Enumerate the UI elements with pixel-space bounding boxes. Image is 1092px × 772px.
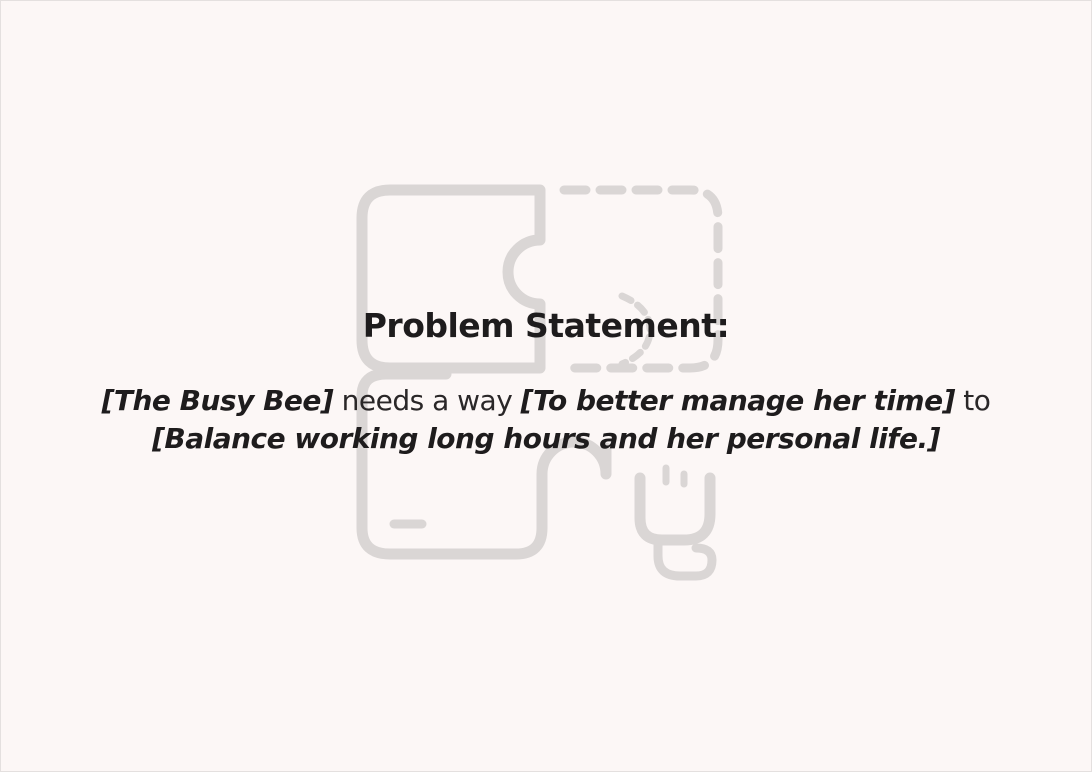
problem-statement-block: Problem Statement: [The Busy Bee] needs … — [0, 300, 1092, 458]
insight-placeholder: [Balance working long hours and her pers… — [152, 422, 940, 455]
connector-text-1: needs a way — [333, 384, 521, 417]
user-placeholder: [The Busy Bee] — [101, 384, 334, 417]
problem-statement-text: [The Busy Bee] needs a way [To better ma… — [0, 382, 1092, 458]
problem-statement-title: Problem Statement: — [362, 306, 730, 345]
connector-text-2: to — [954, 384, 991, 417]
need-placeholder: [To better manage her time] — [520, 384, 956, 417]
